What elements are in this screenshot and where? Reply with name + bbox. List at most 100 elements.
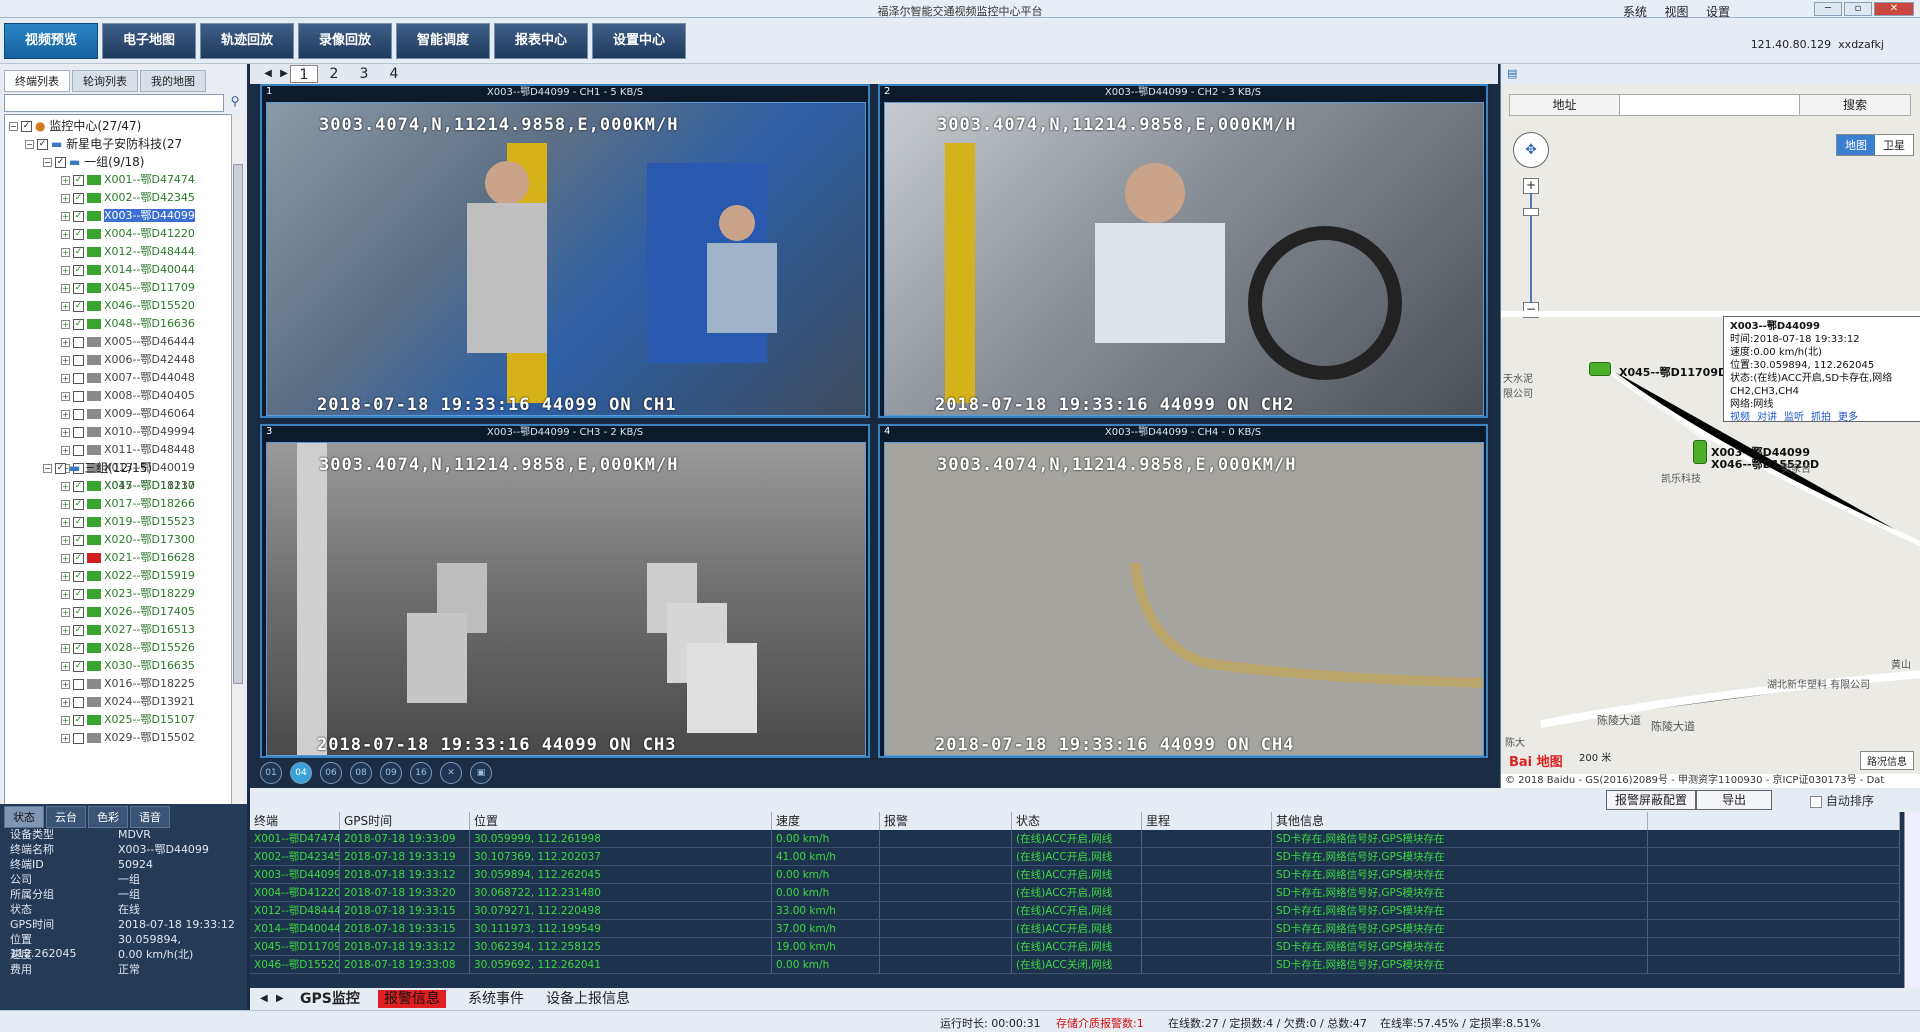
expand-icon[interactable]: + [61, 643, 70, 653]
checkbox[interactable]: ✓ [73, 552, 84, 564]
nav-smart-dispatch[interactable]: 智能调度 [396, 23, 490, 59]
table-scrollbar[interactable] [1904, 812, 1920, 988]
expand-icon[interactable]: + [61, 661, 70, 671]
checkbox[interactable]: ✓ [73, 318, 84, 330]
expand-icon[interactable]: + [61, 679, 70, 689]
checkbox[interactable]: ✓ [73, 228, 84, 240]
checkbox[interactable] [73, 408, 84, 420]
table-row[interactable]: X003--鄂D44099 2018-07-18 19:33:12 30.05989… [250, 866, 1900, 884]
menu-view[interactable]: 视图 [1664, 5, 1688, 19]
col-speed[interactable]: 速度 [772, 812, 880, 830]
expand-icon[interactable]: + [61, 193, 70, 203]
col-gps-time[interactable]: GPS时间 [340, 812, 470, 830]
expand-icon[interactable]: + [61, 319, 70, 329]
tab-voice[interactable]: 语音 [130, 806, 170, 828]
tree-device[interactable]: + ✓ X019--鄂D15523 [61, 513, 195, 531]
nav-report-center[interactable]: 报表中心 [494, 23, 588, 59]
checkbox[interactable]: ✓ [55, 157, 66, 168]
tree-device[interactable]: + ✓ X048--鄂D16636 [61, 315, 195, 333]
checkbox[interactable] [73, 444, 84, 456]
expand-icon[interactable]: + [61, 535, 70, 545]
table-row[interactable]: X012--鄂D48444 2018-07-18 19:33:15 30.07927… [250, 902, 1900, 920]
auto-sort-checkbox[interactable]: 自动排序 [1810, 792, 1874, 809]
vehicle-icon[interactable] [1693, 440, 1707, 464]
expand-icon[interactable]: + [61, 607, 70, 617]
tab-terminal-list[interactable]: 终端列表 [4, 70, 70, 92]
checkbox[interactable]: ✓ [73, 264, 84, 276]
video-cell-4[interactable]: 4 X003--鄂D44099 - CH4 - 0 KB/S 3003.4074… [878, 424, 1488, 758]
table-row[interactable]: X004--鄂D41220 2018-07-18 19:33:20 30.06872… [250, 884, 1900, 902]
tree-group-3[interactable]: − ✓ ▬ 三组(12/15) [43, 459, 152, 477]
checkbox[interactable]: ✓ [73, 606, 84, 618]
col-alarm[interactable]: 报警 [880, 812, 1012, 830]
checkbox[interactable]: ✓ [73, 480, 84, 492]
col-mileage[interactable]: 里程 [1142, 812, 1272, 830]
tree-device[interactable]: + ✓ X002--鄂D42345 [61, 189, 195, 207]
tree-device[interactable]: + X007--鄂D44048 [61, 369, 195, 387]
expand-icon[interactable]: + [61, 301, 70, 311]
tree-device[interactable]: + ✓ X017--鄂D18266 [61, 495, 195, 513]
col-terminal[interactable]: 终端 [250, 812, 340, 830]
scroll-thumb[interactable] [233, 164, 243, 684]
tree-device[interactable]: + ✓ X004--鄂D41220 [61, 225, 195, 243]
expand-icon[interactable]: + [61, 229, 70, 239]
nav-track-playback[interactable]: 轨迹回放 [200, 23, 294, 59]
checkbox[interactable] [73, 390, 84, 402]
checkbox[interactable]: ✓ [55, 463, 66, 474]
tab-system-events[interactable]: 系统事件 [462, 990, 530, 1008]
video-page-4[interactable]: 4 [380, 65, 408, 83]
table-row[interactable]: X046--鄂D15520 2018-07-18 19:33:08 30.05969… [250, 956, 1900, 974]
tree-device[interactable]: + X029--鄂D15502 [61, 729, 195, 747]
expand-icon[interactable]: + [61, 283, 70, 293]
checkbox[interactable]: ✓ [73, 516, 84, 528]
nav-video-preview[interactable]: 视频预览 [4, 23, 98, 59]
popup-snapshot-link[interactable]: 抓拍 [1811, 412, 1831, 423]
tree-device[interactable]: + X006--鄂D42448 [61, 351, 195, 369]
minimize-button[interactable]: ─ [1814, 2, 1842, 16]
nav-e-map[interactable]: 电子地图 [102, 23, 196, 59]
search-icon[interactable]: ⚲ [226, 94, 244, 112]
tab-ptz[interactable]: 云台 [46, 806, 86, 828]
expand-icon[interactable]: + [61, 697, 70, 707]
popup-talk-link[interactable]: 对讲 [1757, 412, 1777, 423]
vehicle-icon[interactable] [1589, 362, 1611, 376]
tree-company[interactable]: − ✓ ▬ 新星电子安防科技(27 [25, 135, 182, 153]
checkbox[interactable]: ✓ [73, 642, 84, 654]
checkbox[interactable]: ✓ [73, 660, 84, 672]
expand-icon[interactable]: + [61, 337, 70, 347]
layout-9-button[interactable]: 09 [380, 762, 402, 784]
menu-system[interactable]: 系统 [1623, 5, 1647, 19]
tree-device[interactable]: + X008--鄂D40405 [61, 387, 195, 405]
checkbox[interactable] [73, 354, 84, 366]
next-tab-icon[interactable]: ▶ [270, 990, 290, 1008]
col-position[interactable]: 位置 [470, 812, 772, 830]
checkbox[interactable] [73, 336, 84, 348]
checkbox[interactable]: ✓ [73, 282, 84, 294]
close-all-icon[interactable]: ✕ [440, 762, 462, 784]
expand-icon[interactable]: + [61, 175, 70, 185]
tree-device[interactable]: + ✓ X020--鄂D17300 [61, 531, 195, 549]
popup-video-link[interactable]: 视频 [1730, 412, 1750, 423]
checkbox[interactable]: ✓ [73, 174, 84, 186]
tree-device[interactable]: + X024--鄂D13921 [61, 693, 195, 711]
checkbox[interactable]: ✓ [73, 246, 84, 258]
checkbox[interactable]: ✓ [73, 624, 84, 636]
expand-icon[interactable]: + [61, 481, 70, 491]
checkbox[interactable]: ✓ [73, 192, 84, 204]
expand-icon[interactable]: + [61, 427, 70, 437]
tree-device[interactable]: + ✓ X046--鄂D15520 [61, 297, 195, 315]
tree-device[interactable]: + ✓ X030--鄂D16635 [61, 657, 195, 675]
checkbox[interactable]: ✓ [73, 570, 84, 582]
tree-group-1[interactable]: − ✓ ▬ 一组(9/18) [43, 153, 144, 171]
collapse-icon[interactable]: − [43, 464, 52, 473]
video-page-2[interactable]: 2 [320, 65, 348, 83]
collapse-icon[interactable]: − [9, 122, 18, 131]
tab-polling-list[interactable]: 轮询列表 [72, 70, 138, 92]
video-cell-1[interactable]: 1 X003--鄂D44099 - CH1 - 5 KB/S 3003.4074… [260, 84, 870, 418]
video-page-3[interactable]: 3 [350, 65, 378, 83]
table-row[interactable]: X001--鄂D47474 2018-07-18 19:33:09 30.05999… [250, 830, 1900, 848]
device-search-input[interactable] [4, 94, 224, 112]
expand-icon[interactable]: + [61, 445, 70, 455]
expand-icon[interactable]: + [61, 211, 70, 221]
tree-device[interactable]: + ✓ X025--鄂D15107 [61, 711, 195, 729]
